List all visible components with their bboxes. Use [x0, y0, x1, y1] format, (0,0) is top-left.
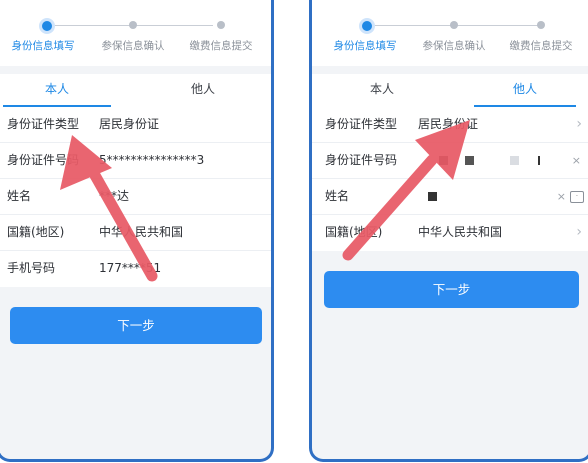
- progress-steps: 身份信息填写 参保信息确认 缴费信息提交: [312, 0, 588, 66]
- id-number-value: 5***************3: [99, 153, 205, 167]
- nationality-value: 中华人民共和国: [99, 225, 184, 239]
- tab-others[interactable]: 他人: [474, 74, 576, 107]
- tab-others[interactable]: 他人: [149, 74, 257, 107]
- step-dot-3: [217, 21, 225, 29]
- left-phone-screen: 身份信息填写 参保信息确认 缴费信息提交 本人 他人 身份证件类型 居民身份证 …: [0, 0, 274, 462]
- id-type-label: 身份证件类型: [7, 117, 80, 131]
- redaction-mark: [465, 156, 474, 165]
- tab-self[interactable]: 本人: [332, 74, 432, 107]
- id-number-label: 身份证件号码: [325, 153, 398, 167]
- name-row[interactable]: 姓名 ***达: [0, 179, 271, 215]
- name-label: 姓名: [325, 189, 350, 203]
- id-type-value: 居民身份证: [418, 117, 479, 131]
- name-row[interactable]: 姓名 × ·: [312, 179, 588, 215]
- step-label-2: 参保信息确认: [101, 40, 165, 52]
- clear-icon[interactable]: ×: [557, 179, 566, 214]
- step-label-2: 参保信息确认: [422, 40, 486, 52]
- step-dot-2: [450, 21, 458, 29]
- step-label-3: 缴费信息提交: [509, 40, 573, 52]
- id-number-row[interactable]: 身份证件号码 ×: [312, 143, 588, 179]
- step-dot-3: [537, 21, 545, 29]
- identity-form: 身份证件类型 居民身份证 › 身份证件号码 × 姓名 × · 国籍(地区) 中华…: [312, 107, 588, 251]
- chevron-right-icon[interactable]: ›: [576, 215, 582, 250]
- step-dot-1: [359, 18, 375, 34]
- step-dot-2: [129, 21, 137, 29]
- tab-self[interactable]: 本人: [3, 74, 111, 107]
- next-button[interactable]: 下一步: [324, 271, 579, 308]
- keyboard-icon[interactable]: ·: [570, 191, 584, 203]
- progress-steps: 身份信息填写 参保信息确认 缴费信息提交: [0, 0, 271, 66]
- name-label: 姓名: [7, 189, 32, 203]
- step-dot-1: [39, 18, 55, 34]
- next-button[interactable]: 下一步: [10, 307, 262, 344]
- phone-value: 177****51: [99, 261, 162, 275]
- id-number-row[interactable]: 身份证件号码 5***************3: [0, 143, 271, 179]
- step-label-3: 缴费信息提交: [189, 40, 253, 52]
- name-value: ***达: [99, 189, 130, 203]
- id-number-label: 身份证件号码: [7, 153, 80, 167]
- nationality-label: 国籍(地区): [7, 225, 65, 239]
- nationality-row[interactable]: 国籍(地区) 中华人民共和国: [0, 215, 271, 251]
- clear-icon[interactable]: ×: [572, 143, 581, 178]
- right-phone-screen: 身份信息填写 参保信息确认 缴费信息提交 本人 他人 身份证件类型 居民身份证 …: [309, 0, 588, 462]
- nationality-row[interactable]: 国籍(地区) 中华人民共和国 ›: [312, 215, 588, 251]
- phone-label: 手机号码: [7, 261, 56, 275]
- redaction-mark: [538, 156, 540, 165]
- person-tabs: 本人 他人: [0, 74, 271, 107]
- nationality-label: 国籍(地区): [325, 225, 383, 239]
- redaction-mark: [439, 156, 448, 165]
- id-type-row[interactable]: 身份证件类型 居民身份证 ›: [312, 107, 588, 143]
- chevron-right-icon[interactable]: ›: [576, 107, 582, 142]
- id-type-value: 居民身份证: [99, 117, 160, 131]
- identity-form: 身份证件类型 居民身份证 身份证件号码 5***************3 姓名…: [0, 107, 271, 287]
- person-tabs: 本人 他人: [312, 74, 588, 107]
- redaction-mark: [510, 156, 519, 165]
- id-type-row[interactable]: 身份证件类型 居民身份证: [0, 107, 271, 143]
- id-type-label: 身份证件类型: [325, 117, 398, 131]
- step-label-1: 身份信息填写: [333, 40, 397, 52]
- redaction-mark: [428, 192, 437, 201]
- nationality-value: 中华人民共和国: [418, 225, 503, 239]
- phone-row[interactable]: 手机号码 177****51: [0, 251, 271, 287]
- step-label-1: 身份信息填写: [11, 40, 75, 52]
